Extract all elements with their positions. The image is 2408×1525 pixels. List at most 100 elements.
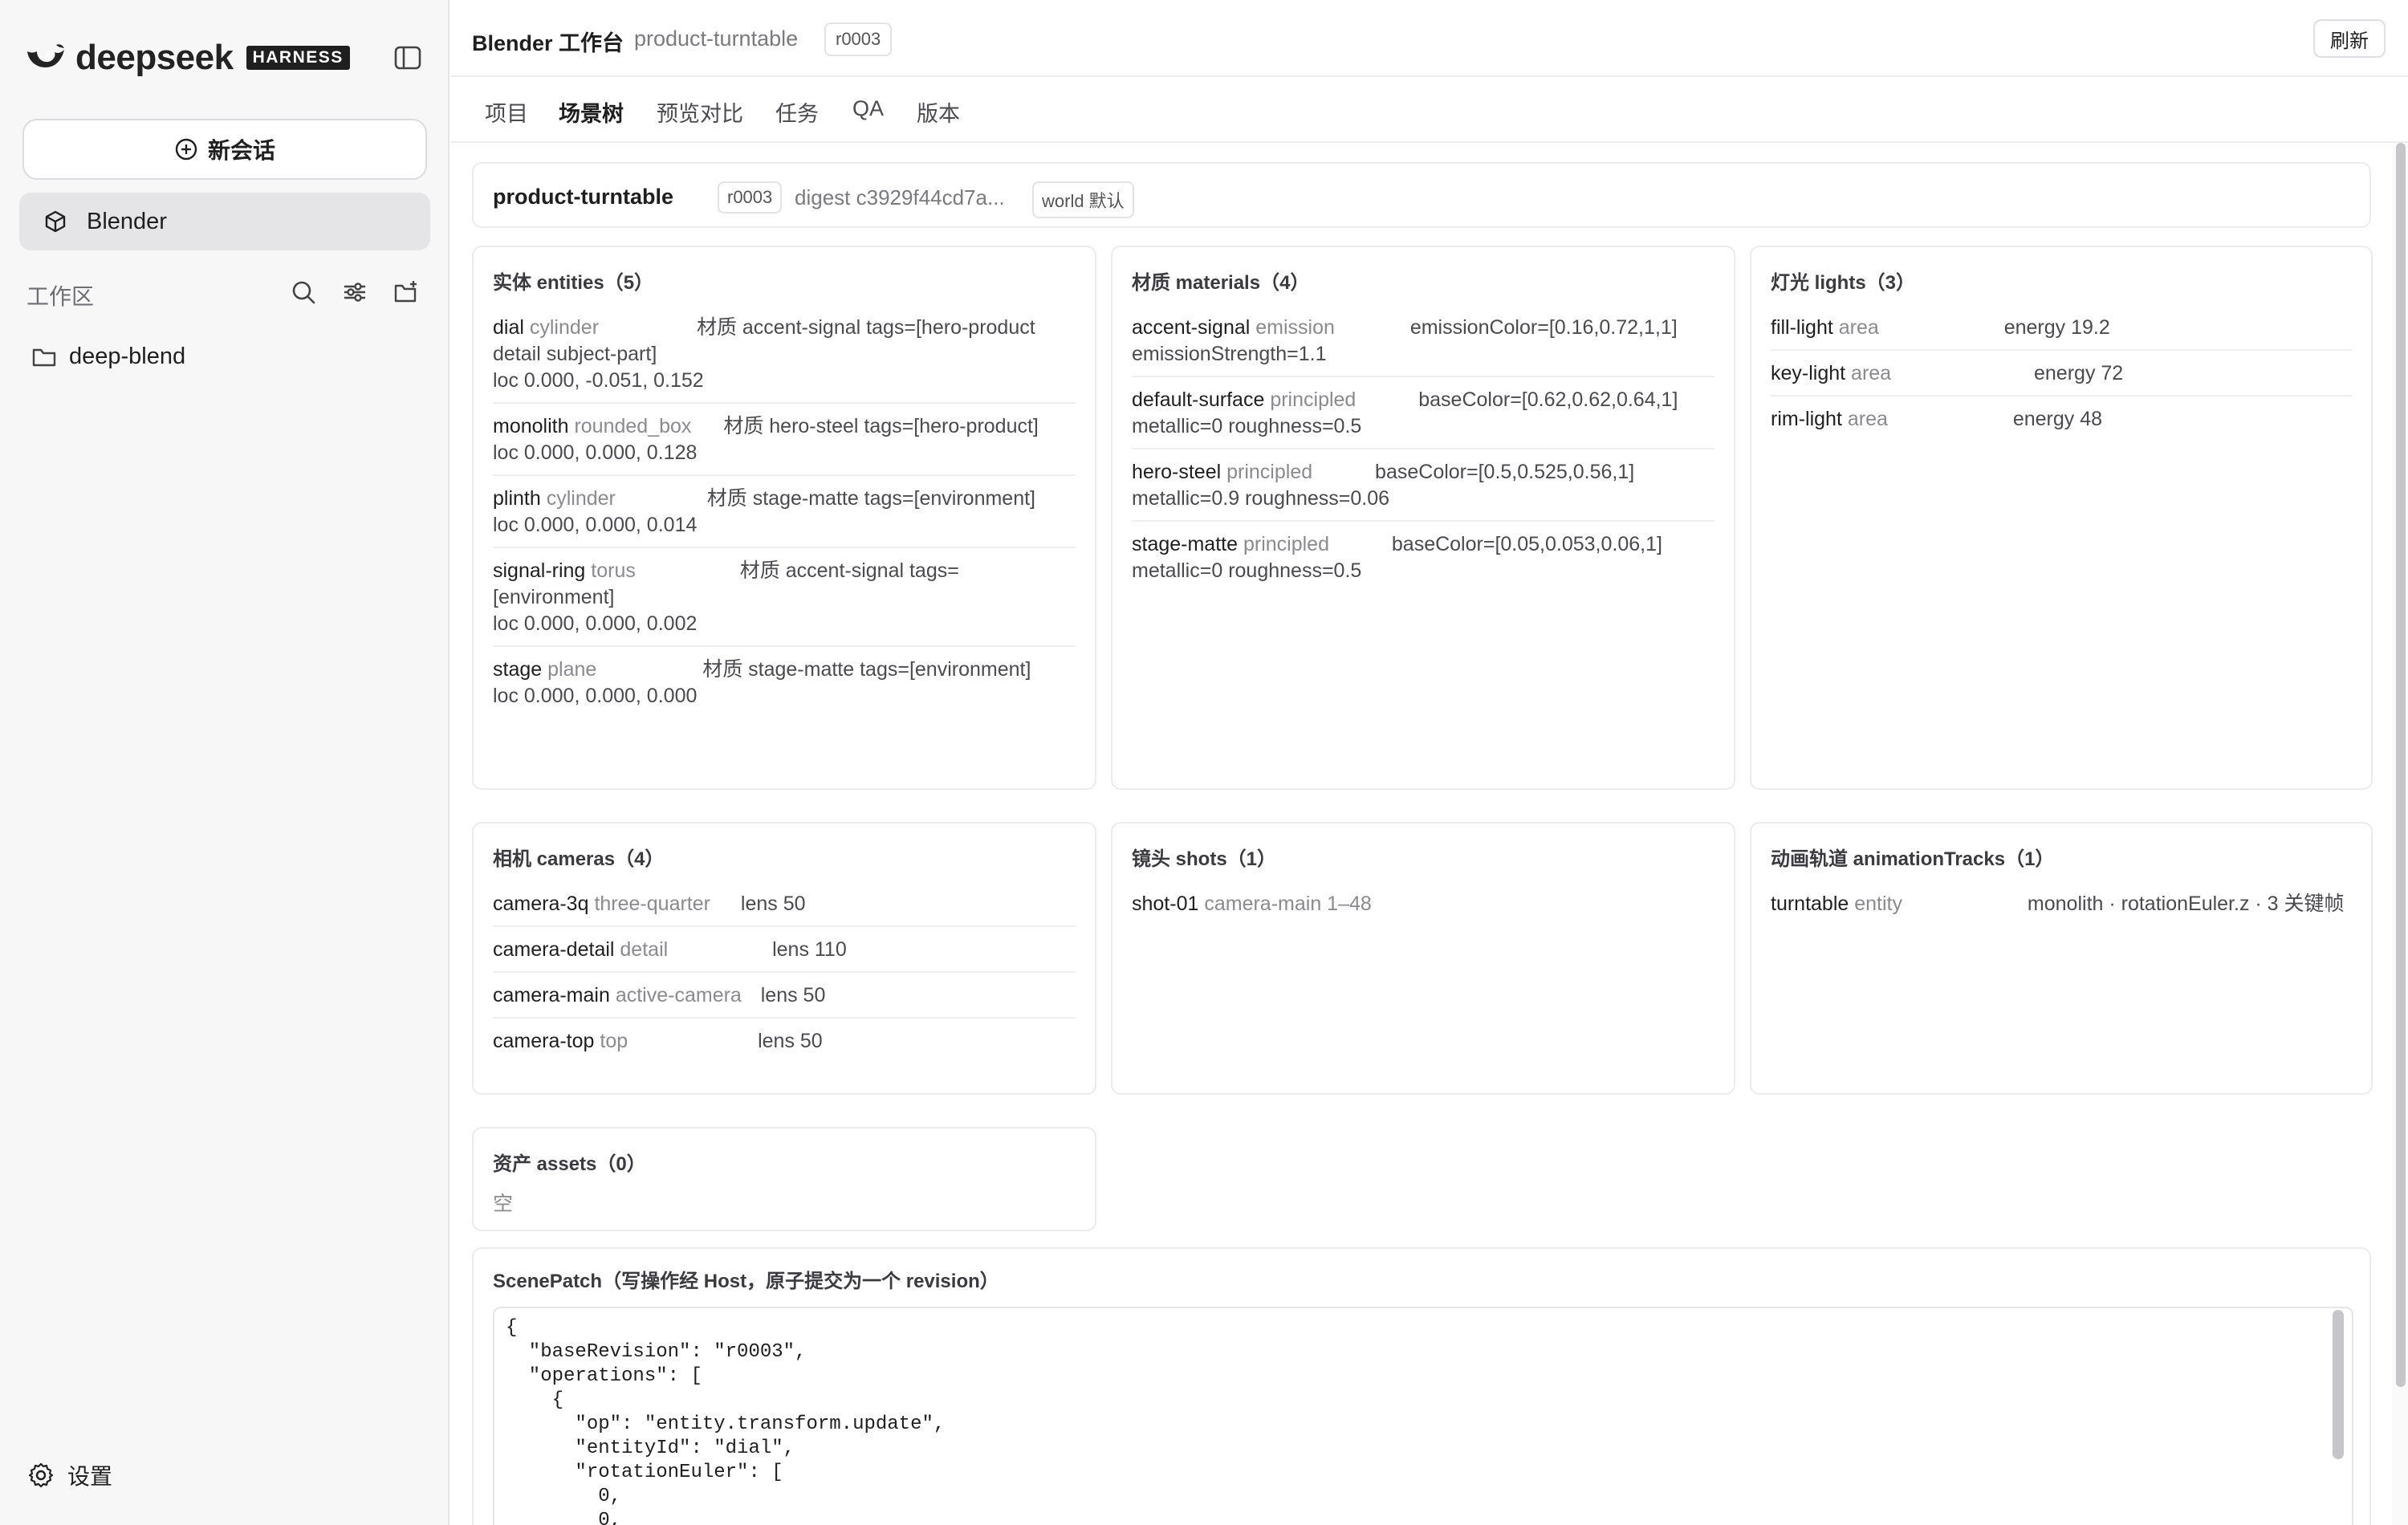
assets-card: 资产 assets（0） 空 [472,1127,1096,1231]
list-item[interactable]: monolith rounded_box 材质 hero-steel tags=… [493,404,1076,476]
item-name: camera-top [493,1030,595,1052]
folder-label: deep-blend [69,344,186,369]
cube-icon [45,210,66,233]
item-detail: 材质 stage-matte tags=[environment] [702,658,1031,681]
assets-title: 资产 assets（0） [493,1153,646,1175]
new-chat-label: 新会话 [207,138,275,163]
item-detail: lens 110 [772,938,847,961]
search-icon[interactable] [289,278,318,307]
scene-digest: digest c3929f44cd7a... [795,185,1005,209]
item-detail: energy 72 [2034,362,2124,384]
item-detail: energy 48 [2012,408,2103,430]
item-detail: energy 19.2 [2003,316,2110,339]
item-type: plane [547,658,597,681]
item-type: rounded_box [574,415,692,437]
world-badge: world 默认 [1032,181,1134,218]
project-name: product-turntable [634,26,799,51]
item-detail: 材质 stage-matte tags=[environment] [706,487,1035,510]
gear-icon [28,1462,54,1488]
list-item[interactable]: camera-detail detail lens 110 [493,927,1076,973]
scene-name: product-turntable [493,185,673,209]
item-name: monolith [493,415,569,437]
content-scrollbar[interactable] [2396,143,2406,1387]
list-item[interactable]: rim-light area energy 48 [1771,396,2352,441]
item-type: principled [1243,533,1329,555]
item-loc: loc 0.000, 0.000, 0.128 [493,441,698,464]
animation-tracks-title: 动画轨道 animationTracks（1） [1771,848,2055,870]
scene-header-card: product-turntable r0003 digest c3929f44c… [472,162,2371,228]
revision-badge: r0003 [824,22,893,56]
item-type: top [600,1030,628,1052]
new-folder-icon[interactable] [392,278,421,307]
item-type: cylinder [529,316,600,339]
tab-versions[interactable]: 版本 [917,96,960,128]
list-item[interactable]: stage-matte principled baseColor=[0.05,0… [1132,522,1714,592]
entities-list: dial cylinder 材质 accent-signal tags=[her… [493,305,1076,718]
item-name: camera-detail [493,938,615,961]
item-type: entity [1854,893,1903,915]
item-name: camera-main [493,984,610,1007]
sidebar-item-blender[interactable]: Blender [19,193,430,250]
list-item[interactable]: stage plane 材质 stage-matte tags=[environ… [493,647,1076,718]
item-type: cylinder [546,487,616,510]
brand-logo[interactable]: deepseek HARNESS [24,37,350,79]
settings-label: 设置 [67,1464,113,1489]
refresh-button[interactable]: 刷新 [2313,19,2386,58]
item-detail: monolith · rotationEuler.z · 3 关键帧 [2027,893,2345,915]
sidebar-toggle-icon[interactable] [393,43,422,72]
item-type: camera-main 1–48 [1204,893,1372,915]
item-name: key-light [1771,362,1846,384]
item-name: hero-steel [1132,461,1222,483]
tab-qa[interactable]: QA [852,96,884,121]
list-item[interactable]: turntable entity monolith · rotationEule… [1771,881,2352,925]
list-item[interactable]: camera-top top lens 50 [493,1019,1076,1063]
item-detail: lens 50 [740,893,806,915]
item-loc: loc 0.000, -0.051, 0.152 [493,369,704,392]
item-name: turntable [1771,893,1849,915]
item-name: accent-signal [1132,316,1251,339]
scene-revision-badge: r0003 [718,181,783,214]
list-item[interactable]: accent-signal emission emissionColor=[0.… [1132,305,1714,377]
cameras-list: camera-3q three-quarter lens 50 camera-d… [493,881,1076,1063]
tab-project[interactable]: 项目 [485,96,528,128]
list-item[interactable]: fill-light area energy 19.2 [1771,305,2352,351]
page-title: Blender 工作台 [472,31,624,55]
list-item[interactable]: default-surface principled baseColor=[0.… [1132,377,1714,449]
filter-sliders-icon[interactable] [340,278,369,307]
item-type: torus [591,559,636,582]
list-item[interactable]: camera-main active-camera lens 50 [493,973,1076,1019]
list-item[interactable]: key-light area energy 72 [1771,351,2352,396]
plus-circle-icon [175,138,197,161]
materials-card: 材质 materials（4） accent-signal emission e… [1111,246,1735,790]
list-item[interactable]: plinth cylinder 材质 stage-matte tags=[env… [493,476,1076,548]
workspace-folder-item[interactable]: deep-blend [32,344,185,370]
scene-patch-card: ScenePatch（写操作经 Host，原子提交为一个 revision） {… [472,1247,2371,1525]
item-detail: lens 50 [760,984,826,1007]
item-name: default-surface [1132,388,1265,411]
editor-scrollbar[interactable] [2333,1310,2344,1459]
item-type: area [1851,362,1892,384]
tab-preview-compare[interactable]: 预览对比 [657,96,743,128]
settings-button[interactable]: 设置 [27,1459,112,1491]
tab-scene-tree[interactable]: 场景树 [559,96,624,128]
item-name: fill-light [1771,316,1833,339]
scene-patch-editor[interactable]: { "baseRevision": "r0003", "operations":… [493,1307,2353,1525]
item-name: dial [493,316,524,339]
materials-title: 材质 materials（4） [1132,272,1310,294]
tab-tasks[interactable]: 任务 [775,96,819,128]
item-type: principled [1226,461,1313,483]
top-bar: Blender 工作台 product-turntable r0003 刷新 [451,0,2408,77]
animation-tracks-card: 动画轨道 animationTracks（1） turntable entity… [1750,822,2373,1095]
list-item[interactable]: hero-steel principled baseColor=[0.5,0.5… [1132,449,1714,522]
list-item[interactable]: camera-3q three-quarter lens 50 [493,881,1076,927]
list-item[interactable]: signal-ring torus 材质 accent-signal tags=… [493,548,1076,647]
item-name: shot-01 [1132,893,1199,915]
whale-logo-icon [24,40,67,76]
list-item[interactable]: dial cylinder 材质 accent-signal tags=[her… [493,305,1076,404]
new-chat-button[interactable]: 新会话 [22,119,427,180]
item-loc: loc 0.000, 0.000, 0.002 [493,612,698,635]
item-loc: loc 0.000, 0.000, 0.014 [493,514,698,536]
list-item[interactable]: shot-01 camera-main 1–48 [1132,881,1714,925]
animation-tracks-list: turntable entity monolith · rotationEule… [1771,881,2352,925]
assets-empty-state: 空 [493,1193,514,1215]
